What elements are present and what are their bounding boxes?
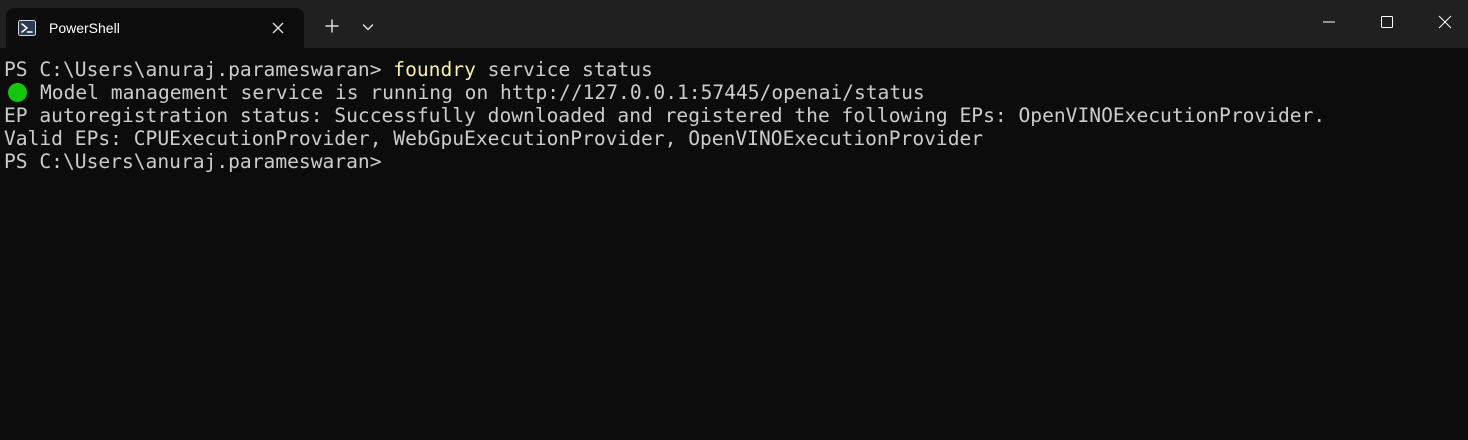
chevron-down-icon	[361, 19, 375, 38]
status-text: Model management service is running on h…	[40, 81, 925, 104]
tab-dropdown-button[interactable]	[352, 12, 384, 44]
minimize-button[interactable]	[1300, 0, 1358, 46]
maximize-icon	[1380, 14, 1394, 33]
terminal-line-command: PS C:\Users\anuraj.parameswaran> foundry…	[4, 58, 653, 81]
terminal-window: PowerShell PS C:\Users\anuraj.parameswar…	[0, 0, 1468, 440]
terminal-line-ep-status: EP autoregistration status: Successfully…	[4, 104, 1326, 127]
maximize-button[interactable]	[1358, 0, 1416, 46]
terminal-line-valid-eps: Valid EPs: CPUExecutionProvider, WebGpuE…	[4, 127, 984, 150]
prompt: PS C:\Users\anuraj.parameswaran>	[4, 58, 394, 81]
green-circle-icon	[8, 83, 27, 102]
terminal-output[interactable]: PS C:\Users\anuraj.parameswaran> foundry…	[0, 48, 1468, 440]
title-bar[interactable]: PowerShell	[0, 0, 1468, 48]
tab-title: PowerShell	[49, 20, 120, 36]
command-keyword: foundry	[393, 58, 476, 81]
minimize-icon	[1322, 14, 1336, 33]
plus-icon	[324, 18, 340, 38]
terminal-line-prompt: PS C:\Users\anuraj.parameswaran>	[4, 150, 382, 173]
close-button[interactable]	[1416, 0, 1468, 46]
close-icon	[1438, 14, 1452, 33]
new-tab-button[interactable]	[316, 12, 348, 44]
tab-powershell[interactable]: PowerShell	[6, 8, 304, 48]
tab-close-icon[interactable]	[268, 18, 288, 38]
powershell-icon	[18, 20, 36, 36]
command-args: service status	[475, 58, 653, 81]
terminal-line-status: Model management service is running on h…	[4, 81, 925, 104]
